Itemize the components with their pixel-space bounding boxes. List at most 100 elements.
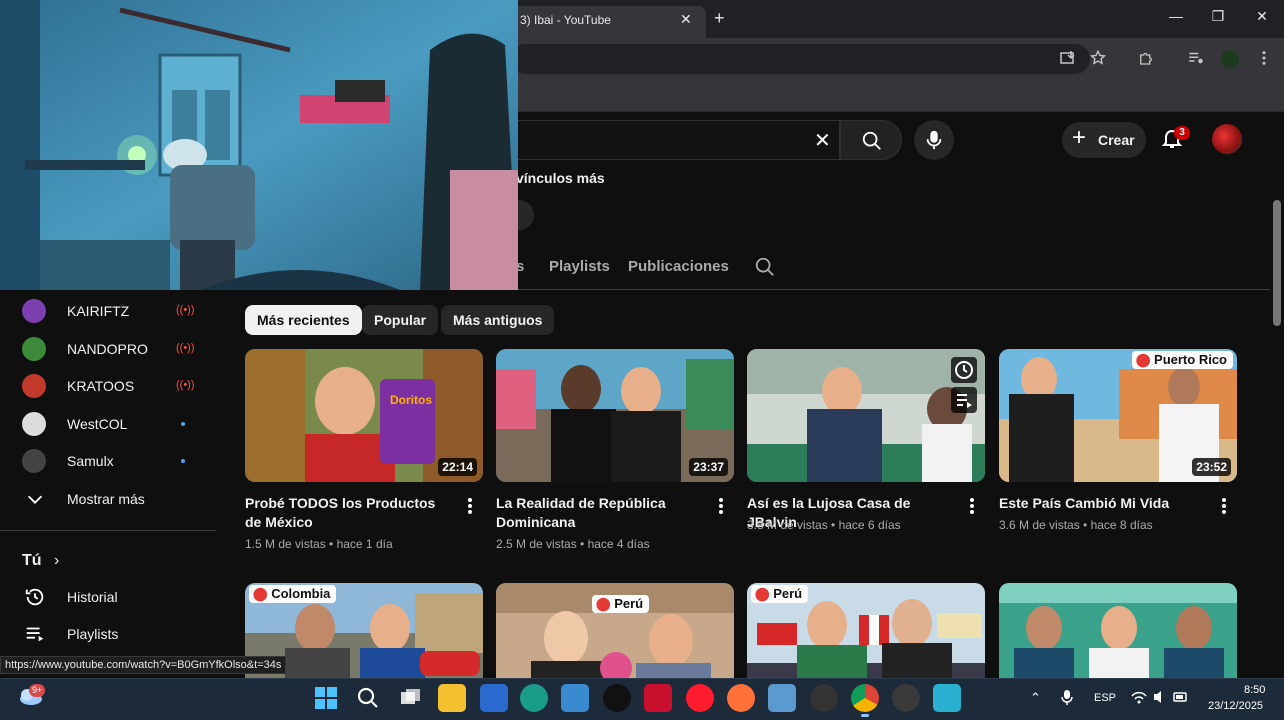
remote-desktop-icon[interactable] — [768, 684, 796, 712]
channel-tabs: s Playlists Publicaciones — [500, 250, 1284, 290]
search-button[interactable] — [840, 120, 902, 160]
search-input[interactable] — [500, 120, 840, 160]
tray-chevron-up-icon[interactable]: ⌃ — [1030, 690, 1041, 706]
video-thumbnail[interactable]: ⬤ Perú — [496, 583, 734, 678]
extensions-icon[interactable] — [1136, 49, 1156, 69]
video-thumbnail[interactable]: 23:37 — [496, 349, 734, 482]
location-label: Perú — [614, 596, 644, 611]
tab-close-icon[interactable]: ✕ — [680, 11, 692, 28]
you-section-header[interactable]: Tú › — [22, 552, 59, 570]
chip-mas-antiguos[interactable]: Más antiguos — [441, 305, 555, 335]
plus-icon: + — [1072, 124, 1087, 151]
video-card[interactable]: 23:37 La Realidad de República Dominican… — [496, 349, 734, 559]
browser-menu-icon[interactable] — [1254, 49, 1274, 69]
video-title[interactable]: Probé TODOS los Productos de México — [245, 494, 455, 532]
sidebar-item-westcol[interactable]: WestCOL — [0, 407, 216, 443]
video-card[interactable]: Doritos 22:14 Probé TODOS los Productos … — [245, 349, 483, 559]
watch-later-icon[interactable] — [951, 357, 977, 383]
mcafee-icon[interactable] — [644, 684, 672, 712]
live-icon: ((•)) — [176, 342, 195, 354]
account-avatar[interactable] — [1212, 124, 1242, 154]
tiktok-icon[interactable] — [603, 684, 631, 712]
maximize-button[interactable]: ❐ — [1208, 8, 1228, 25]
bookmark-star-icon[interactable] — [1088, 49, 1108, 69]
tab-playlists[interactable]: Playlists — [549, 258, 610, 275]
sidebar-item-playlists[interactable]: Playlists — [0, 617, 216, 653]
video-title[interactable]: Este País Cambió Mi Vida — [999, 494, 1209, 513]
location-badge: ⬤ Puerto Rico — [1131, 351, 1233, 369]
tray-microphone-icon[interactable] — [1060, 689, 1074, 705]
language-indicator[interactable]: ESP — [1094, 692, 1116, 704]
more-options-icon[interactable] — [969, 497, 975, 515]
video-duration: 23:37 — [689, 458, 728, 476]
channel-links-text[interactable]: vínculos más — [516, 170, 605, 186]
sidebar-item-nandopro[interactable]: NANDOPRO ((•)) — [0, 332, 216, 368]
chip-popular[interactable]: Popular — [362, 305, 439, 335]
address-bar[interactable] — [510, 44, 1090, 74]
firefox-icon[interactable] — [727, 684, 755, 712]
clock-time[interactable]: 8:50 — [1244, 684, 1265, 696]
taskbar-search-icon[interactable] — [354, 684, 382, 712]
show-more-label: Mostrar más — [67, 491, 145, 507]
clear-search-icon[interactable]: ✕ — [814, 128, 831, 153]
voice-search-button[interactable] — [914, 120, 954, 160]
location-badge: ⬤ Perú — [592, 595, 650, 613]
video-age: hace 4 días — [587, 537, 650, 551]
video-views: 3.8 M de vistas — [747, 518, 828, 532]
add-to-queue-icon[interactable] — [951, 387, 977, 413]
edge-icon[interactable] — [520, 684, 548, 712]
location-badge: ⬤ Perú — [751, 585, 809, 603]
profile-avatar[interactable] — [1220, 49, 1240, 69]
live-icon: ((•)) — [176, 304, 195, 316]
chip-mas-recientes[interactable]: Más recientes — [245, 305, 362, 335]
chrome-icon[interactable] — [851, 684, 879, 717]
more-options-icon[interactable] — [1221, 497, 1227, 515]
page-scrollbar-thumb[interactable] — [1273, 200, 1281, 326]
video-thumbnail[interactable]: ⬤ Perú — [747, 583, 985, 678]
video-thumbnail[interactable]: Doritos 22:14 — [245, 349, 483, 482]
sidebar-item-history[interactable]: Historial — [0, 580, 216, 616]
sidebar-item-kratoos[interactable]: KRATOOS ((•)) — [0, 369, 216, 405]
obs-icon[interactable] — [810, 684, 838, 712]
teams-icon[interactable] — [480, 684, 508, 712]
video-card[interactable]: ⬤ Perú — [747, 583, 985, 678]
location-pin-icon: ⬤ — [253, 586, 268, 601]
video-meta: 3.8 M de vistas • hace 6 días — [747, 518, 901, 532]
notepad-icon[interactable] — [933, 684, 961, 712]
minimize-button[interactable]: — — [1166, 8, 1186, 24]
install-app-icon[interactable] — [1058, 49, 1078, 69]
new-tab-button[interactable]: + — [714, 8, 725, 29]
video-card[interactable]: Así es la Lujosa Casa de JBalvin 3.8 M d… — [747, 349, 985, 559]
video-card[interactable]: ⬤ Perú — [496, 583, 734, 678]
avatar — [22, 299, 46, 323]
start-icon[interactable] — [312, 684, 340, 712]
windows-taskbar — [0, 678, 1284, 720]
sidebar-item-kairiftz[interactable]: KAIRIFTZ ((•)) — [0, 294, 216, 330]
video-thumbnail[interactable] — [747, 349, 985, 482]
clock-date[interactable]: 23/12/2025 — [1208, 700, 1263, 712]
store-icon[interactable] — [561, 684, 589, 712]
video-card[interactable] — [999, 583, 1237, 678]
show-more-button[interactable]: Mostrar más — [0, 482, 216, 518]
video-views: 3.6 M de vistas — [999, 518, 1080, 532]
microphone-icon — [926, 130, 942, 150]
file-explorer-icon[interactable] — [438, 684, 466, 712]
channel-search-icon[interactable] — [754, 256, 776, 278]
tray-status-icons[interactable] — [1130, 689, 1190, 705]
opera-icon[interactable] — [686, 684, 714, 712]
avatar — [22, 449, 46, 473]
task-view-icon[interactable] — [396, 684, 424, 712]
tab-publicaciones[interactable]: Publicaciones — [628, 258, 729, 275]
browser-tab[interactable]: 3) Ibai - YouTube — [510, 6, 706, 38]
more-options-icon[interactable] — [718, 497, 724, 515]
close-window-button[interactable]: ✕ — [1252, 8, 1272, 25]
media-player-icon[interactable] — [892, 684, 920, 712]
video-title[interactable]: La Realidad de República Dominicana — [496, 494, 706, 532]
video-thumbnail[interactable]: ⬤ Puerto Rico 23:52 — [999, 349, 1237, 482]
video-card[interactable]: ⬤ Puerto Rico 23:52 Este País Cambió Mi … — [999, 349, 1237, 559]
more-options-icon[interactable] — [467, 497, 473, 515]
video-views: 1.5 M de vistas — [245, 537, 326, 551]
sidebar-item-samulx[interactable]: Samulx — [0, 444, 216, 480]
video-thumbnail[interactable] — [999, 583, 1237, 678]
media-controls-icon[interactable] — [1186, 49, 1206, 69]
